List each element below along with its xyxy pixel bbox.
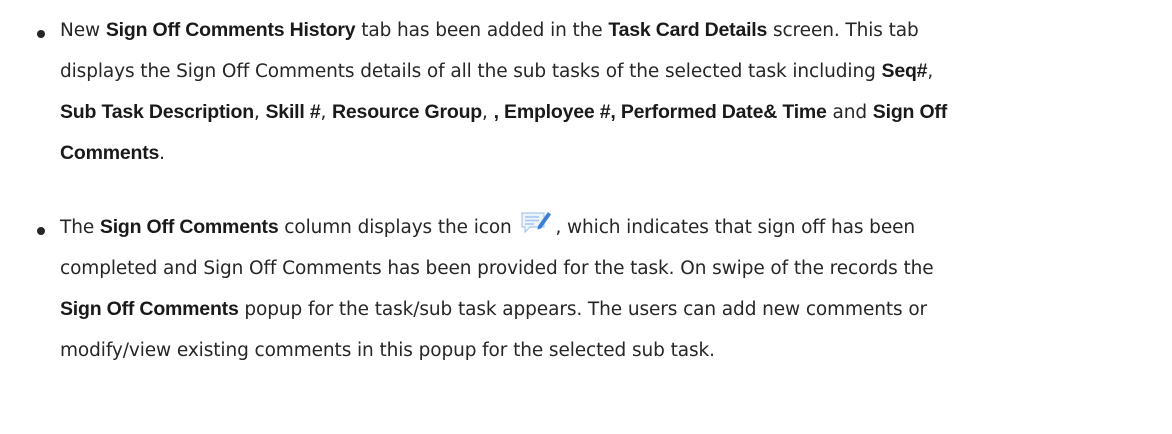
text-line: modify/view existing comments in this po… bbox=[60, 330, 1150, 371]
text-run: , bbox=[927, 61, 934, 82]
text-run: displays the Sign Off Comments details o… bbox=[60, 61, 882, 82]
text-run: popup for the task/sub task appears. The… bbox=[238, 299, 928, 320]
text-run: tab has been added in the bbox=[355, 20, 609, 41]
text-run: , which indicates that sign off has been bbox=[555, 217, 916, 238]
bold-term: , Employee #, Performed Date& Time bbox=[493, 101, 827, 123]
bold-term: Sign Off Comments History bbox=[105, 19, 356, 41]
text-line: Comments. bbox=[60, 133, 1150, 174]
bullet-dot bbox=[37, 227, 45, 235]
document-page: New Sign Off Comments History tab has be… bbox=[0, 0, 1172, 434]
text-line: Sign Off Comments popup for the task/sub… bbox=[60, 289, 1150, 330]
bold-term: Comments bbox=[60, 142, 160, 164]
bold-term: Skill # bbox=[265, 101, 321, 123]
text-run: The bbox=[60, 217, 100, 238]
text-line: Sub Task Description, Skill #, Resource … bbox=[60, 92, 1150, 133]
bullet-text: The Sign Off Comments column displays th… bbox=[60, 207, 1150, 371]
bold-term: Sign Off bbox=[872, 101, 948, 123]
bold-term: Seq# bbox=[881, 60, 928, 82]
text-line: completed and Sign Off Comments has been… bbox=[60, 248, 1150, 289]
bold-term: Resource Group bbox=[332, 101, 483, 123]
text-line: New Sign Off Comments History tab has be… bbox=[60, 10, 1150, 51]
comment-edit-icon bbox=[521, 212, 552, 234]
text-run: completed and Sign Off Comments has been… bbox=[60, 258, 934, 279]
text-run: , bbox=[253, 102, 266, 123]
bold-term: Task Card Details bbox=[608, 19, 768, 41]
text-run: , bbox=[320, 102, 333, 123]
text-line: The Sign Off Comments column displays th… bbox=[60, 207, 1150, 248]
text-run: column displays the icon bbox=[278, 217, 518, 238]
text-run: and bbox=[826, 102, 873, 123]
text-run: , bbox=[482, 102, 494, 123]
text-run: modify/view existing comments in this po… bbox=[60, 340, 715, 361]
text-run: screen. This tab bbox=[767, 20, 919, 41]
bullet-text: New Sign Off Comments History tab has be… bbox=[60, 10, 1150, 174]
bold-term: Sign Off Comments bbox=[60, 298, 239, 320]
text-line: displays the Sign Off Comments details o… bbox=[60, 51, 1150, 92]
text-run: New bbox=[60, 20, 106, 41]
bold-term: Sign Off Comments bbox=[99, 216, 279, 238]
bold-term: Sub Task Description bbox=[60, 101, 254, 123]
bullet-dot bbox=[37, 30, 45, 38]
text-run: . bbox=[159, 143, 165, 164]
